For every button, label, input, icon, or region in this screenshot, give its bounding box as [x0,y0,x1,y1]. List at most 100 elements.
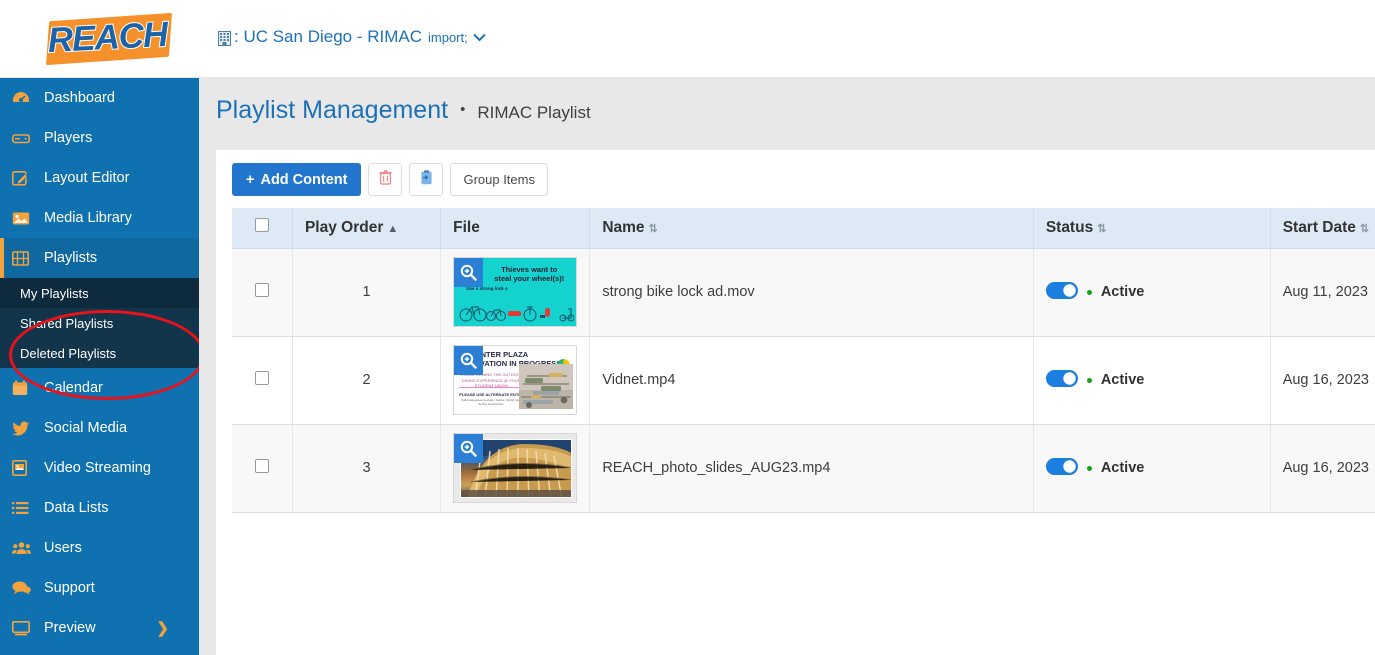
title-separator: • [460,101,466,118]
sidebar-item-label: Dashboard [44,90,115,106]
status-dot [1086,289,1092,295]
video-icon [12,460,36,476]
delete-button[interactable] [368,163,403,196]
row-checkbox[interactable] [254,371,269,385]
sort-indicator: ▲ [387,222,399,235]
col-start-date-label: Start Date [1282,218,1356,236]
sidebar-item-label: Calendar [44,380,103,396]
sidebar-item-calendar[interactable]: Calendar [0,368,199,408]
zoom-preview-icon[interactable] [454,434,484,463]
row-select-cell[interactable] [232,336,293,425]
sidebar-item-data-lists[interactable]: Data Lists [0,488,199,528]
sidebar-subitem-label: Deleted Playlists [20,345,117,361]
plus-icon: + [246,171,255,188]
sidebar-item-layout-editor[interactable]: Layout Editor [0,158,199,198]
thumbnail-building-photo[interactable] [453,433,578,503]
sidebar-item-label: Social Media [44,420,128,436]
status-dot [1086,465,1092,471]
thumb-headline: Thieves want to steal your wheel(s)! [484,265,574,283]
sidebar-item-users[interactable]: Users [0,528,199,568]
col-status[interactable]: Status ⇅ [1033,208,1271,249]
page-header: Playlist Management • RIMAC Playlist [216,96,591,125]
clipboard-icon [419,169,433,190]
sidebar-item-social-media[interactable]: Social Media [0,408,199,448]
dashboard-icon [12,90,36,106]
sidebar-item-support[interactable]: Support [0,568,199,608]
play-order-cell: 3 [292,424,442,513]
status-toggle[interactable] [1045,369,1078,391]
sidebar: Dashboard Players Layout Editor Media Li… [0,78,199,655]
col-play-order[interactable]: Play Order ▲ [292,208,442,249]
file-thumb-cell[interactable]: Thieves want to steal your wheel(s)! Use… [440,248,591,337]
add-content-button[interactable]: + Add Content [232,163,362,196]
sidebar-item-label: Support [44,580,95,596]
sidebar-subitem-my-playlists[interactable]: My Playlists [0,278,199,308]
zoom-preview-icon[interactable] [454,346,484,375]
add-content-label: Add Content [260,171,348,188]
row-checkbox[interactable] [254,283,269,297]
monitor-icon [12,620,36,636]
zoom-preview-icon[interactable] [454,258,484,287]
sidebar-item-media-library[interactable]: Media Library [0,198,199,238]
sidebar-item-label: Layout Editor [44,170,130,186]
group-items-button[interactable]: Group Items [450,163,548,196]
sidebar-item-dashboard[interactable]: Dashboard [0,78,199,118]
row-checkbox[interactable] [254,459,269,473]
sidebar-item-label: Playlists [44,250,98,266]
col-select-all[interactable] [232,208,293,249]
sidebar-item-label: Preview [44,620,96,636]
sidebar-item-preview[interactable]: Preview ❯ [0,608,199,648]
table-row[interactable]: 2 CENTER PLAZA RENOVATION IN PROGRESS TR… [232,336,1375,425]
col-file[interactable]: File [440,208,591,249]
table-row[interactable]: 3 REACH_photo_slides_AUG23.mp4 Active Au… [232,424,1375,513]
sidebar-item-players[interactable]: Players [0,118,199,158]
sidebar-item-label: Media Library [44,210,132,226]
status-cell: Active [1033,424,1271,513]
thumbnail-plaza-renovation[interactable]: CENTER PLAZA RENOVATION IN PROGRESS TRAN… [453,345,578,415]
thumb-line-5: THE businesses (except l Jambe, Subs) op… [460,398,522,406]
chevron-down-glyph [473,33,486,41]
sidebar-subitem-deleted-playlists[interactable]: Deleted Playlists [0,338,199,368]
thumbnail-bike-ad[interactable]: Thieves want to steal your wheel(s)! Use… [453,257,578,327]
col-file-label: File [453,218,480,236]
sidebar-item-label: Players [44,130,93,146]
play-order-cell: 1 [292,248,442,337]
sidebar-subitem-shared-playlists[interactable]: Shared Playlists [0,308,199,338]
col-start-date[interactable]: Start Date ⇅ [1270,208,1375,249]
col-name-label: Name [602,218,645,236]
status-toggle[interactable] [1045,457,1078,479]
status-cell: Active [1033,248,1271,337]
twitter-icon [12,420,36,436]
site-label: : UC San Diego - RIMAC [234,27,422,46]
sidebar-subitem-label: Shared Playlists [20,315,114,331]
building-icon [218,30,231,46]
col-status-label: Status [1045,218,1094,236]
chevron-right-icon: ❯ [156,620,169,637]
file-name-cell: Vidnet.mp4 [589,336,1034,425]
col-name[interactable]: Name ⇅ [589,208,1034,249]
calendar-icon [12,380,36,396]
table-row[interactable]: 1 Thieves want to steal your wheel(s)! U… [232,248,1375,337]
status-label: Active [1100,460,1145,476]
sidebar-item-playlists[interactable]: Playlists [0,238,199,278]
table-head: Play Order ▲ File Name ⇅ Status ⇅ Start … [232,208,1375,249]
reach-logo[interactable]: REACH [40,7,175,69]
app-root: REACH : UC San Diego - RIMAC import; Das… [0,0,1375,655]
chat-icon [12,580,36,596]
row-select-cell[interactable] [232,248,293,337]
chevron-down-icon: import; [428,29,468,45]
paste-button[interactable] [409,163,444,196]
sort-indicator: ⇅ [1359,222,1370,235]
file-thumb-cell[interactable]: CENTER PLAZA RENOVATION IN PROGRESS TRAN… [440,336,591,425]
content-panel: + Add Content Group Items Play Order ▲ F… [216,150,1375,655]
player-icon [12,130,36,146]
select-all-checkbox[interactable] [254,218,269,233]
start-date-cell: Aug 16, 2023 [1270,424,1375,513]
file-thumb-cell[interactable] [440,424,591,513]
row-select-cell[interactable] [232,424,293,513]
site-selector[interactable]: : UC San Diego - RIMAC import; [218,27,486,47]
status-toggle[interactable] [1045,281,1078,303]
logo-text: REACH [46,14,169,61]
sidebar-item-video-streaming[interactable]: Video Streaming [0,448,199,488]
edit-icon [12,170,36,186]
